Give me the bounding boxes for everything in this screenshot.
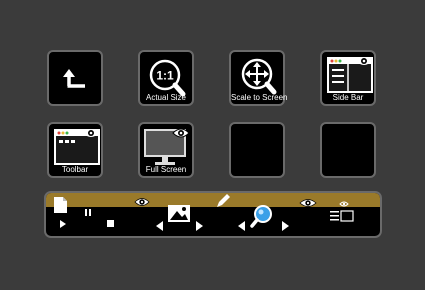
key-label: Actual Size [145,93,187,102]
pause-icon [85,209,91,216]
list-view-icon [330,201,354,222]
actual-size-key[interactable]: 1:1 Actual Size [138,50,194,106]
empty-key-1[interactable] [229,122,285,178]
key-label: Full Screen [145,165,187,174]
previous-arrow-icon [156,221,163,231]
touch-bar[interactable] [44,191,382,238]
image-icon [168,205,190,222]
key-label: Scale to Screen [231,93,288,102]
document-icon [54,197,67,213]
full-screen-key[interactable]: Full Screen [138,122,194,178]
previous-arrow-icon [238,221,245,231]
side-bar-key[interactable]: Side Bar [320,50,376,106]
zoom-glyph: 1:1 [156,69,174,83]
key-label: Side Bar [332,93,364,102]
stream-deck-panel: 1:1 Actual Size Scale to Screen Side Bar… [0,0,425,290]
key-label: Toolbar [61,165,89,174]
next-arrow-icon [196,221,203,231]
play-icon [60,220,66,228]
stop-icon [107,220,114,227]
touch-bar-icons [54,193,354,231]
empty-key-2[interactable] [320,122,376,178]
back-key[interactable] [47,50,103,106]
zoom-icon [250,205,272,228]
next-arrow-icon [282,221,289,231]
return-arrow-icon [63,69,85,88]
scale-to-screen-key[interactable]: Scale to Screen [229,50,288,106]
toolbar-key[interactable]: Toolbar [47,122,103,178]
